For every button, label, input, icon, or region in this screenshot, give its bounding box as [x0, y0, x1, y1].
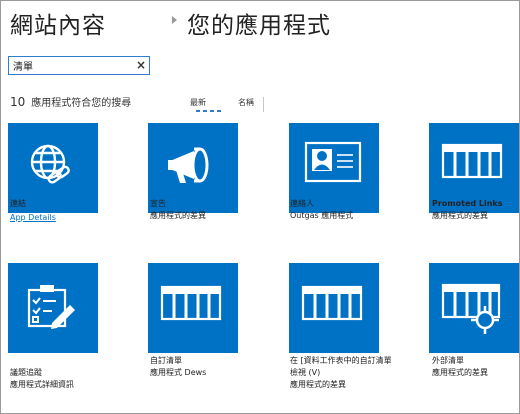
app-desc-contacts: Outgas 應用程式 — [290, 211, 354, 220]
app-name-promoted-links[interactable]: Promoted Links — [432, 199, 503, 209]
results-text: 應用程式符合您的搜尋 — [31, 98, 132, 109]
breadcrumb-site-contents[interactable]: 網站內容 — [10, 6, 106, 40]
sort-newest-link[interactable]: 最新 — [190, 97, 206, 108]
sort-newest-indicator — [196, 110, 224, 112]
list-icon — [160, 285, 222, 321]
sort-name-link[interactable]: 名稱 — [238, 97, 254, 108]
app-desc-external-list: 應用程式的差異 — [432, 368, 488, 377]
app-desc-links[interactable]: App Details — [10, 213, 56, 223]
app-name-issue-tracking[interactable]: 議題追蹤 — [10, 368, 42, 378]
app-desc-issue-tracking: 應用程式詳細資訊 — [10, 380, 74, 389]
search-input[interactable] — [9, 57, 131, 74]
app-name-datasheet-list-line2[interactable]: 檢視 (V) — [290, 368, 320, 378]
app-tile-custom-list[interactable] — [148, 263, 238, 353]
app-desc-announcements: 應用程式的差異 — [150, 211, 206, 220]
app-desc-promoted-links: 應用程式的差異 — [432, 211, 488, 220]
app-name-contacts[interactable]: 連絡人 — [290, 199, 314, 209]
clear-search-icon[interactable]: × — [136, 58, 146, 73]
app-desc-datasheet-list: 應用程式的差異 — [290, 380, 346, 389]
app-name-announcements[interactable]: 宣告 — [150, 199, 166, 209]
results-count: 10 — [10, 95, 26, 109]
external-list-icon — [441, 283, 501, 334]
sort-divider — [263, 97, 264, 112]
app-tile-issue-tracking[interactable] — [8, 263, 98, 353]
results-summary: 10 應用程式符合您的搜尋 — [10, 94, 132, 109]
list-icon — [301, 285, 363, 321]
app-name-external-list[interactable]: 外部清單 — [432, 356, 464, 366]
checklist-clipboard-icon — [27, 285, 75, 329]
app-tile-external-list[interactable] — [429, 263, 519, 353]
app-name-datasheet-list[interactable]: 在 [資料工作表中的自訂清單 — [290, 356, 392, 366]
search-box: × — [8, 56, 150, 75]
breadcrumb-separator-icon — [172, 16, 177, 24]
app-desc-custom-list: 應用程式 Dews — [150, 368, 207, 377]
app-tile-datasheet-list[interactable] — [289, 263, 379, 353]
app-name-links[interactable]: 連結 — [10, 199, 26, 209]
app-name-custom-list[interactable]: 自訂清單 — [150, 356, 182, 366]
page-title: 您的應用程式 — [187, 13, 331, 39]
